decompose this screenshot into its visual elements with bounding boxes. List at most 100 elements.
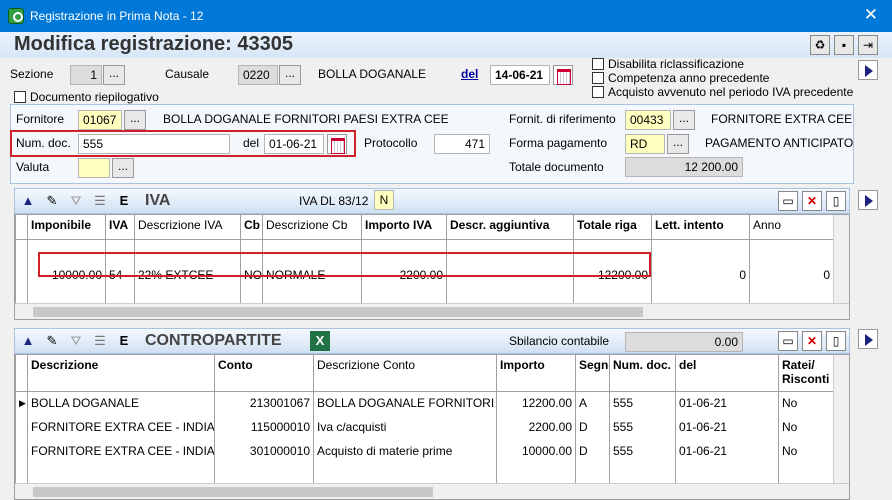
table-row[interactable]: FORNITORE EXTRA CEE - INDIA 115000010 Iv… [15, 415, 834, 439]
cell[interactable]: D [575, 439, 610, 463]
delete-icon[interactable]: ✕ [802, 331, 822, 351]
registration-date-field[interactable]: 14-06-21 [490, 65, 550, 85]
excel-icon[interactable]: X [310, 331, 330, 351]
cell[interactable]: D [575, 415, 610, 439]
exit-icon[interactable]: ⇥ [858, 35, 878, 55]
cell[interactable]: 0 [651, 263, 750, 287]
next-arrow-icon[interactable] [858, 190, 878, 210]
forma-pagamento-lookup-button[interactable]: ... [667, 134, 689, 154]
cell[interactable]: 10000.00 [496, 439, 576, 463]
cell[interactable]: 115000010 [214, 415, 314, 439]
contropartite-horizontal-scrollbar[interactable] [15, 483, 849, 499]
up-arrow-icon[interactable]: ▲ [18, 191, 38, 211]
col-header[interactable]: Descr. aggiuntiva [446, 215, 574, 240]
col-header[interactable]: Importo [496, 355, 576, 392]
cell[interactable]: 01-06-21 [675, 415, 779, 439]
fornit-rif-lookup-button[interactable]: ... [673, 110, 695, 130]
up-arrow-icon[interactable]: ▲ [18, 331, 38, 351]
protocollo-field[interactable]: 471 [434, 134, 490, 154]
page-title-text: Modifica registrazione: [14, 33, 232, 55]
next-arrow-icon[interactable] [858, 329, 878, 349]
filter-icon[interactable]: ⛛ [66, 191, 86, 211]
col-header[interactable]: Totale riga [573, 215, 652, 240]
fornitore-lookup-button[interactable]: ... [124, 110, 146, 130]
sezione-lookup-button[interactable]: ... [103, 65, 125, 85]
cell[interactable]: 0 [749, 263, 834, 287]
edit-icon[interactable]: ✎ [42, 331, 62, 351]
cell[interactable]: 555 [609, 391, 676, 415]
fornitore-code-field[interactable]: 01067 [78, 110, 122, 130]
recycle-icon[interactable]: ♻ [810, 35, 830, 55]
list-icon[interactable]: ☰ [90, 191, 110, 211]
window-icon[interactable]: ▭ [778, 331, 798, 351]
cell[interactable]: No [778, 391, 834, 415]
causale-field[interactable]: 0220 [238, 65, 278, 85]
export-icon[interactable]: E [114, 191, 134, 211]
close-icon[interactable]: ✕ [864, 5, 878, 25]
table-row[interactable]: FORNITORE EXTRA CEE - INDIA 301000010 Ac… [15, 439, 834, 463]
col-header[interactable]: Cb [240, 215, 263, 240]
cell[interactable]: 301000010 [214, 439, 314, 463]
export-icon[interactable]: E [114, 331, 134, 351]
col-header[interactable]: Num. doc. [609, 355, 676, 392]
cell[interactable]: 555 [609, 415, 676, 439]
cell[interactable]: 01-06-21 [675, 391, 779, 415]
filter-icon[interactable]: ⛛ [66, 331, 86, 351]
cell[interactable]: FORNITORE EXTRA CEE - INDIA [27, 415, 215, 439]
date-label[interactable]: del [461, 67, 478, 81]
col-header[interactable]: IVA [105, 215, 135, 240]
checkbox-riepilogativo[interactable] [14, 91, 26, 103]
calendar-icon[interactable] [553, 65, 573, 85]
valuta-field[interactable] [78, 158, 110, 178]
iva-dl-field[interactable]: N [374, 190, 394, 210]
table-row[interactable]: ▶ BOLLA DOGANALE 213001067 BOLLA DOGANAL… [15, 391, 834, 415]
cell[interactable]: 12200.00 [496, 391, 576, 415]
col-header[interactable]: Imponibile [27, 215, 106, 240]
cell[interactable]: Acquisto di materie prime [313, 439, 497, 463]
cell[interactable]: 213001067 [214, 391, 314, 415]
highlight-num-doc [10, 130, 356, 157]
col-header[interactable]: Descrizione [27, 355, 215, 392]
col-header[interactable]: Descrizione Conto [313, 355, 497, 392]
fornit-rif-label: Fornit. di riferimento [509, 112, 616, 126]
col-header[interactable]: Ratei/ Risconti [778, 355, 834, 392]
cell[interactable]: 01-06-21 [675, 439, 779, 463]
contropartite-vertical-scrollbar[interactable] [833, 355, 849, 483]
fornit-rif-code-field[interactable]: 00433 [625, 110, 671, 130]
cell[interactable]: FORNITORE EXTRA CEE - INDIA [27, 439, 215, 463]
cell[interactable]: A [575, 391, 610, 415]
save-icon[interactable]: ▪ [834, 35, 854, 55]
checkbox-competenza[interactable] [592, 72, 604, 84]
cell[interactable]: No [778, 415, 834, 439]
edit-icon[interactable]: ✎ [42, 191, 62, 211]
cell[interactable]: 2200.00 [496, 415, 576, 439]
forma-pagamento-field[interactable]: RD [625, 134, 665, 154]
cell[interactable]: BOLLA DOGANALE FORNITORI P [313, 391, 497, 415]
col-header[interactable]: Descrizione Cb [262, 215, 362, 240]
col-header[interactable]: Descrizione IVA [134, 215, 241, 240]
registration-number: 43305 [237, 33, 293, 55]
cell[interactable]: 555 [609, 439, 676, 463]
col-header[interactable]: Anno [749, 215, 834, 240]
list-icon[interactable]: ☰ [90, 331, 110, 351]
cell[interactable]: BOLLA DOGANALE [27, 391, 215, 415]
iva-vertical-scrollbar[interactable] [833, 215, 849, 303]
col-header[interactable]: Importo IVA [361, 215, 447, 240]
next-arrow-icon[interactable] [858, 60, 878, 80]
new-doc-icon[interactable]: ▯ [826, 331, 846, 351]
checkbox-disabilita[interactable] [592, 58, 604, 70]
col-header[interactable]: del [675, 355, 779, 392]
col-header[interactable]: Lett. intento [651, 215, 750, 240]
cell[interactable]: No [778, 439, 834, 463]
sezione-field[interactable]: 1 [70, 65, 102, 85]
iva-horizontal-scrollbar[interactable] [15, 303, 849, 319]
col-header[interactable]: Segno [575, 355, 610, 392]
valuta-lookup-button[interactable]: ... [112, 158, 134, 178]
delete-icon[interactable]: ✕ [802, 191, 822, 211]
col-header[interactable]: Conto [214, 355, 314, 392]
causale-lookup-button[interactable]: ... [279, 65, 301, 85]
cell[interactable]: Iva c/acquisti [313, 415, 497, 439]
checkbox-acquisto[interactable] [592, 86, 604, 98]
window-icon[interactable]: ▭ [778, 191, 798, 211]
new-doc-icon[interactable]: ▯ [826, 191, 846, 211]
